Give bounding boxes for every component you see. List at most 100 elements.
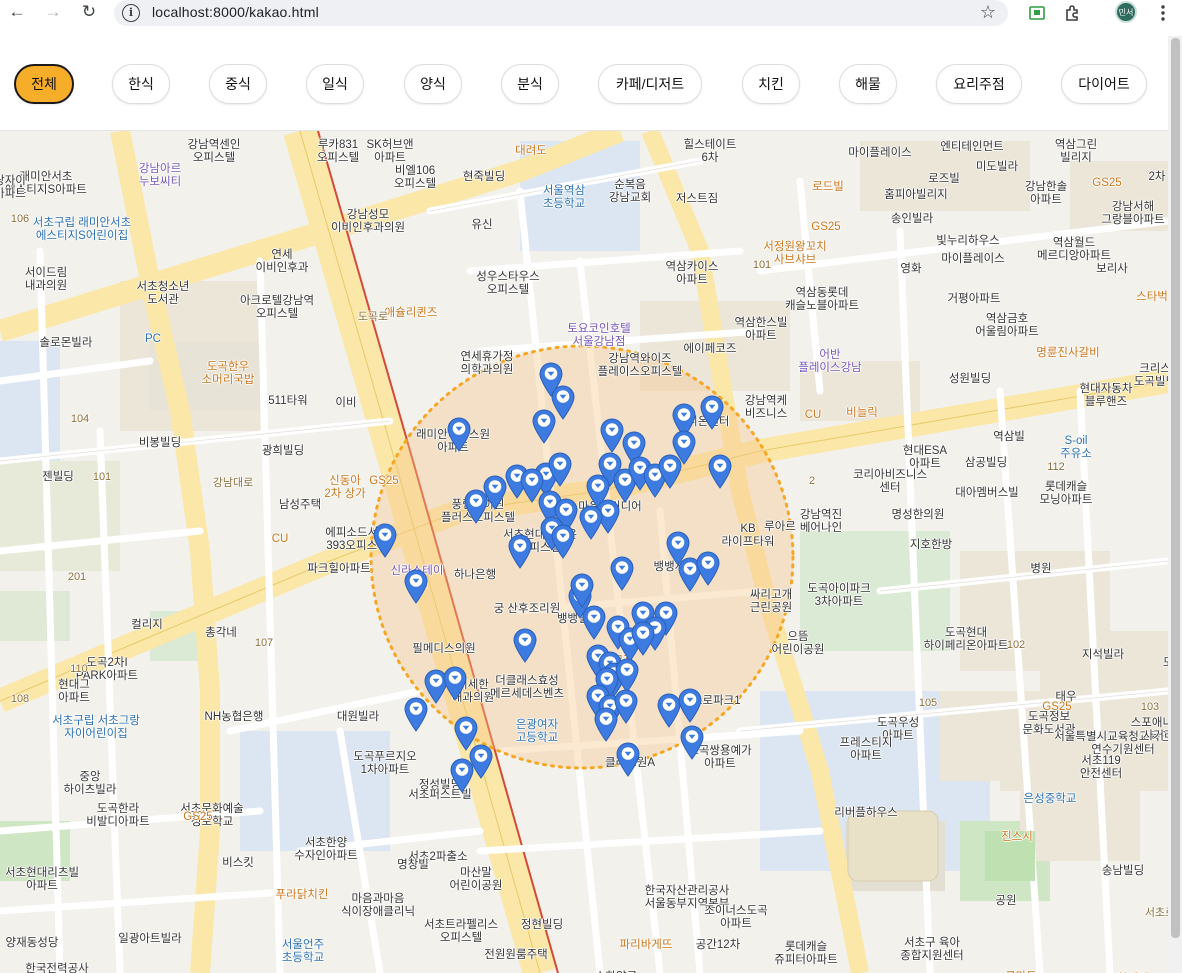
- category-seafood-button[interactable]: 해물: [839, 64, 897, 104]
- site-info-icon[interactable]: i: [122, 4, 140, 22]
- map-place-label[interactable]: 도곡한우 소머리국밥: [202, 361, 255, 387]
- restaurant-marker-icon[interactable]: [630, 620, 656, 656]
- map-place-label[interactable]: 유신: [471, 219, 492, 232]
- map-place-label[interactable]: 프레스티지 아파트: [840, 737, 893, 763]
- map-place-label[interactable]: 511타워: [268, 395, 308, 408]
- map-place-label[interactable]: 롯데캐슬 모닝아파트: [1040, 481, 1093, 507]
- map-place-label[interactable]: 서초구 육아 종합지원센터: [900, 937, 963, 963]
- map-place-label[interactable]: 도곡한라 비발디아파트: [86, 803, 149, 829]
- map-place-label[interactable]: 대아멤버스빌: [955, 487, 1018, 500]
- map-place-label[interactable]: 삼공빌딩: [965, 457, 1007, 470]
- map-place-label[interactable]: 비봉빌딩: [139, 437, 181, 450]
- map-place-label[interactable]: GS25: [1092, 177, 1121, 190]
- map-place-label[interactable]: 에이페코즈: [684, 343, 737, 356]
- map-place-label[interactable]: 남성주택: [279, 499, 321, 512]
- map-place-label[interactable]: 2차: [1149, 171, 1166, 184]
- map-place-label[interactable]: 순복음 강남교회: [609, 179, 651, 205]
- map-place-label[interactable]: 은성중학교: [1024, 793, 1077, 806]
- map-place-label[interactable]: 현대자동차 블루핸즈: [1080, 383, 1133, 409]
- map-place-label[interactable]: 서초한양 수자인아파트: [294, 837, 357, 863]
- restaurant-marker-icon[interactable]: [699, 394, 725, 430]
- map-place-label[interactable]: 미도빌라: [976, 161, 1018, 174]
- map-place-label[interactable]: 루아르: [764, 521, 796, 534]
- restaurant-marker-icon[interactable]: [531, 408, 557, 444]
- map-place-label[interactable]: 서초현대리츠빌 아파트: [5, 867, 79, 893]
- map-place-label[interactable]: 명창빌: [397, 859, 429, 872]
- map-place-label[interactable]: GS25: [369, 475, 398, 488]
- restaurant-marker-icon[interactable]: [593, 706, 619, 742]
- category-korean-button[interactable]: 한식: [112, 64, 170, 104]
- kakao-map[interactable]: 강남역센인 오피스텔 루카831 오피스텔 SK허브앤 아파트 대려도 힐스테이트 6차…: [0, 131, 1168, 973]
- map-place-label[interactable]: PC: [145, 333, 161, 346]
- category-western-button[interactable]: 양식: [404, 64, 462, 104]
- map-place-label[interactable]: 201: [68, 571, 86, 584]
- map-place-label[interactable]: 일광아트빌라: [118, 933, 181, 946]
- map-place-label[interactable]: 로드빌: [812, 181, 844, 194]
- map-place-label[interactable]: 이비: [335, 397, 356, 410]
- map-place-label[interactable]: 은광여자 고등학교: [516, 719, 558, 745]
- map-place-label[interactable]: 강남한솔 아파트: [1025, 181, 1067, 207]
- map-place-label[interactable]: GS25: [811, 221, 840, 234]
- map-place-label[interactable]: 전원원룸주택: [484, 949, 547, 962]
- map-place-label[interactable]: 싸리고개 근린공원: [750, 589, 792, 615]
- map-place-label[interactable]: 명륜진사갈비: [1036, 347, 1099, 360]
- map-place-label[interactable]: NH농협은행: [205, 711, 264, 724]
- map-place-label[interactable]: 역삼동롯데 캐슬노블아파트: [785, 287, 859, 313]
- map-place-label[interactable]: 중앙 하이츠빌라: [64, 771, 117, 797]
- map-place-label[interactable]: 로즈빌: [928, 173, 960, 186]
- scrollbar-thumb[interactable]: [1171, 38, 1180, 938]
- map-place-label[interactable]: 2: [809, 475, 815, 488]
- map-place-label[interactable]: 신동아 2차 상가: [324, 475, 365, 501]
- map-place-label[interactable]: 스타벅: [1136, 291, 1168, 304]
- map-place-label[interactable]: 애슐리퀸즈: [385, 307, 438, 320]
- map-place-label[interactable]: 빛누리하우스: [936, 235, 999, 248]
- map-place-label[interactable]: 서정원왕꼬치 사브샤브: [763, 241, 826, 267]
- map-place-label[interactable]: 광희빌딩: [262, 445, 304, 458]
- map-place-label[interactable]: 필메디스의원: [412, 643, 475, 656]
- category-chinese-button[interactable]: 중식: [209, 64, 267, 104]
- restaurant-marker-icon[interactable]: [403, 568, 429, 604]
- map-place-label[interactable]: 지호한방: [910, 539, 952, 552]
- restaurant-marker-icon[interactable]: [677, 687, 703, 723]
- map-place-label[interactable]: GS25: [183, 811, 212, 824]
- map-place-label[interactable]: 강남역센인 오피스텔: [188, 139, 241, 165]
- map-place-label[interactable]: 강남아르 누보씨티: [139, 163, 181, 189]
- map-place-label[interactable]: 루카831 오피스텔: [317, 139, 359, 165]
- restaurant-marker-icon[interactable]: [463, 488, 489, 524]
- map-place-label[interactable]: 현대ESA 아파트: [903, 445, 947, 471]
- map-place-label[interactable]: S-oil 주유소: [1060, 435, 1092, 461]
- map-place-label[interactable]: 지석빌라: [1082, 649, 1124, 662]
- map-place-label[interactable]: 젠빌딩: [42, 471, 74, 484]
- map-place-label[interactable]: 서초구립 래미안서초 에스티지S어린이집: [33, 217, 131, 243]
- bookmark-star-icon[interactable]: ☆: [980, 2, 996, 23]
- map-place-label[interactable]: 103: [1141, 701, 1159, 714]
- map-place-label[interactable]: 서울역삼 초등학교: [543, 185, 585, 211]
- map-place-label[interactable]: 성원빌딩: [949, 373, 991, 386]
- restaurant-marker-icon[interactable]: [550, 523, 576, 559]
- map-place-label[interactable]: 송인빌라: [891, 213, 933, 226]
- map-place-label[interactable]: 정현빌딩: [521, 919, 563, 932]
- map-place-label[interactable]: 104: [71, 413, 89, 426]
- category-chicken-button[interactable]: 치킨: [742, 64, 800, 104]
- map-place-label[interactable]: 양재동성당: [6, 937, 59, 950]
- map-place-label[interactable]: 강남역진 베어나인: [800, 509, 842, 535]
- map-place-label[interactable]: 서초구립 서초그랑 자이어린이집: [52, 715, 140, 741]
- category-diet-button[interactable]: 다이어트: [1061, 64, 1147, 104]
- map-place-label[interactable]: 도곡푸르지오 1차아파트: [353, 751, 416, 777]
- map-place-label[interactable]: 역삼한스빌 아파트: [735, 317, 788, 343]
- map-place-label[interactable]: 서울언주 초등학교: [282, 939, 324, 965]
- map-place-label[interactable]: 보리사: [1096, 263, 1128, 276]
- map-place-label[interactable]: 힐스테이트 6차: [684, 139, 737, 165]
- map-place-label[interactable]: 컬리지: [131, 619, 163, 632]
- map-place-label[interactable]: 연세 이비인후과: [256, 249, 309, 275]
- address-bar[interactable]: i localhost:8000/kakao.html ☆: [114, 0, 1008, 26]
- map-place-label[interactable]: 대려도: [515, 145, 547, 158]
- category-all-button[interactable]: 전체: [14, 64, 74, 104]
- map-place-label[interactable]: 110: [70, 663, 88, 676]
- map-place-label[interactable]: 108: [11, 693, 29, 706]
- map-place-label[interactable]: 서초로: [1145, 907, 1168, 920]
- map-place-label[interactable]: CU: [272, 533, 289, 546]
- map-place-label[interactable]: 롯데캐슬 쥬피터아파트: [774, 941, 837, 967]
- map-place-label[interactable]: 강남서해 그랑블아파트: [1101, 201, 1164, 227]
- map-place-label[interactable]: 106: [11, 213, 29, 226]
